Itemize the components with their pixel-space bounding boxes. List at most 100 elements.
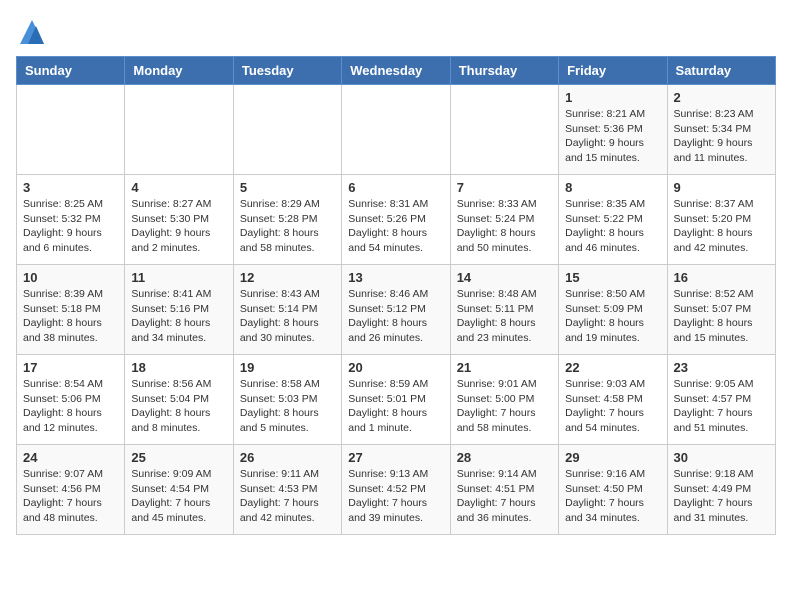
day-number: 9 [674,180,769,195]
day-info: Sunrise: 9:01 AM Sunset: 5:00 PM Dayligh… [457,377,552,436]
day-number: 4 [131,180,226,195]
day-cell: 4 Sunrise: 8:27 AM Sunset: 5:30 PM Daylig… [125,175,233,265]
day-info: Sunrise: 8:59 AM Sunset: 5:01 PM Dayligh… [348,377,443,436]
day-info: Sunrise: 8:37 AM Sunset: 5:20 PM Dayligh… [674,197,769,256]
week-row-3: 10 Sunrise: 8:39 AM Sunset: 5:18 PM Dayli… [17,265,776,355]
day-number: 18 [131,360,226,375]
day-cell: 26Sunrise: 9:11 AM Sunset: 4:53 PM Dayli… [233,445,341,535]
day-cell: 24 Sunrise: 9:07 AM Sunset: 4:56 PM Dayli… [17,445,125,535]
day-number: 22 [565,360,660,375]
day-info: Sunrise: 8:31 AM Sunset: 5:26 PM Dayligh… [348,197,443,256]
day-info: Sunrise: 8:41 AM Sunset: 5:16 PM Dayligh… [131,287,226,346]
day-cell: 19 Sunrise: 8:58 AM Sunset: 5:03 PM Dayli… [233,355,341,445]
day-cell: 10 Sunrise: 8:39 AM Sunset: 5:18 PM Dayli… [17,265,125,355]
header-cell-saturday: Saturday [667,57,775,85]
day-info: Sunrise: 9:18 AM Sunset: 4:49 PM Dayligh… [674,467,769,526]
day-cell: 29Sunrise: 9:16 AM Sunset: 4:50 PM Dayli… [559,445,667,535]
calendar-table: SundayMondayTuesdayWednesdayThursdayFrid… [16,56,776,535]
day-number: 15 [565,270,660,285]
day-cell: 9 Sunrise: 8:37 AM Sunset: 5:20 PM Daylig… [667,175,775,265]
day-number: 28 [457,450,552,465]
day-cell: 13 Sunrise: 8:46 AM Sunset: 5:12 PM Dayli… [342,265,450,355]
day-number: 30 [674,450,769,465]
day-number: 19 [240,360,335,375]
day-number: 5 [240,180,335,195]
logo [16,16,52,48]
day-cell: 22 Sunrise: 9:03 AM Sunset: 4:58 PM Dayli… [559,355,667,445]
day-cell [17,85,125,175]
day-number: 12 [240,270,335,285]
day-info: Sunrise: 8:43 AM Sunset: 5:14 PM Dayligh… [240,287,335,346]
day-cell: 6 Sunrise: 8:31 AM Sunset: 5:26 PM Daylig… [342,175,450,265]
day-number: 14 [457,270,552,285]
day-cell [233,85,341,175]
header-cell-sunday: Sunday [17,57,125,85]
day-cell: 17Sunrise: 8:54 AM Sunset: 5:06 PM Dayli… [17,355,125,445]
day-cell: 27 Sunrise: 9:13 AM Sunset: 4:52 PM Dayli… [342,445,450,535]
day-number: 13 [348,270,443,285]
day-number: 16 [674,270,769,285]
day-cell: 11 Sunrise: 8:41 AM Sunset: 5:16 PM Dayli… [125,265,233,355]
day-number: 20 [348,360,443,375]
week-row-2: 3 Sunrise: 8:25 AM Sunset: 5:32 PM Daylig… [17,175,776,265]
day-info: Sunrise: 9:09 AM Sunset: 4:54 PM Dayligh… [131,467,226,526]
day-number: 6 [348,180,443,195]
day-info: Sunrise: 8:52 AM Sunset: 5:07 PM Dayligh… [674,287,769,346]
day-number: 24 [23,450,118,465]
day-cell [342,85,450,175]
day-cell: 21 Sunrise: 9:01 AM Sunset: 5:00 PM Dayli… [450,355,558,445]
header-row: SundayMondayTuesdayWednesdayThursdayFrid… [17,57,776,85]
day-cell: 16 Sunrise: 8:52 AM Sunset: 5:07 PM Dayli… [667,265,775,355]
day-cell: 20 Sunrise: 8:59 AM Sunset: 5:01 PM Dayli… [342,355,450,445]
day-info: Sunrise: 9:03 AM Sunset: 4:58 PM Dayligh… [565,377,660,436]
day-number: 11 [131,270,226,285]
day-cell: 30 Sunrise: 9:18 AM Sunset: 4:49 PM Dayli… [667,445,775,535]
day-number: 8 [565,180,660,195]
logo-icon [16,16,48,48]
day-number: 7 [457,180,552,195]
day-info: Sunrise: 8:33 AM Sunset: 5:24 PM Dayligh… [457,197,552,256]
day-info: Sunrise: 8:39 AM Sunset: 5:18 PM Dayligh… [23,287,118,346]
day-info: Sunrise: 8:56 AM Sunset: 5:04 PM Dayligh… [131,377,226,436]
page-header [16,16,776,48]
day-info: Sunrise: 9:16 AM Sunset: 4:50 PM Dayligh… [565,467,660,526]
day-cell: 8Sunrise: 8:35 AM Sunset: 5:22 PM Daylig… [559,175,667,265]
day-info: Sunrise: 9:11 AM Sunset: 4:53 PM Dayligh… [240,467,335,526]
header-cell-wednesday: Wednesday [342,57,450,85]
day-number: 3 [23,180,118,195]
header-cell-monday: Monday [125,57,233,85]
day-cell: 2 Sunrise: 8:23 AM Sunset: 5:34 PM Daylig… [667,85,775,175]
day-cell: 5 Sunrise: 8:29 AM Sunset: 5:28 PM Daylig… [233,175,341,265]
day-info: Sunrise: 8:23 AM Sunset: 5:34 PM Dayligh… [674,107,769,166]
day-cell: 7 Sunrise: 8:33 AM Sunset: 5:24 PM Daylig… [450,175,558,265]
day-number: 10 [23,270,118,285]
day-cell: 14Sunrise: 8:48 AM Sunset: 5:11 PM Dayli… [450,265,558,355]
day-cell: 18 Sunrise: 8:56 AM Sunset: 5:04 PM Dayli… [125,355,233,445]
day-number: 2 [674,90,769,105]
day-info: Sunrise: 8:54 AM Sunset: 5:06 PM Dayligh… [23,377,118,436]
day-cell: 28Sunrise: 9:14 AM Sunset: 4:51 PM Dayli… [450,445,558,535]
day-cell: 15 Sunrise: 8:50 AM Sunset: 5:09 PM Dayli… [559,265,667,355]
calendar-body: 1Sunrise: 8:21 AM Sunset: 5:36 PM Daylig… [17,85,776,535]
calendar-header: SundayMondayTuesdayWednesdayThursdayFrid… [17,57,776,85]
day-info: Sunrise: 9:05 AM Sunset: 4:57 PM Dayligh… [674,377,769,436]
day-info: Sunrise: 8:29 AM Sunset: 5:28 PM Dayligh… [240,197,335,256]
day-cell: 12 Sunrise: 8:43 AM Sunset: 5:14 PM Dayli… [233,265,341,355]
day-info: Sunrise: 8:25 AM Sunset: 5:32 PM Dayligh… [23,197,118,256]
day-number: 21 [457,360,552,375]
day-info: Sunrise: 8:50 AM Sunset: 5:09 PM Dayligh… [565,287,660,346]
day-cell: 25 Sunrise: 9:09 AM Sunset: 4:54 PM Dayli… [125,445,233,535]
day-info: Sunrise: 9:13 AM Sunset: 4:52 PM Dayligh… [348,467,443,526]
header-cell-friday: Friday [559,57,667,85]
week-row-5: 24 Sunrise: 9:07 AM Sunset: 4:56 PM Dayli… [17,445,776,535]
day-info: Sunrise: 9:07 AM Sunset: 4:56 PM Dayligh… [23,467,118,526]
day-number: 25 [131,450,226,465]
week-row-4: 17Sunrise: 8:54 AM Sunset: 5:06 PM Dayli… [17,355,776,445]
day-info: Sunrise: 8:58 AM Sunset: 5:03 PM Dayligh… [240,377,335,436]
header-cell-thursday: Thursday [450,57,558,85]
day-cell [450,85,558,175]
day-number: 27 [348,450,443,465]
day-info: Sunrise: 8:46 AM Sunset: 5:12 PM Dayligh… [348,287,443,346]
day-number: 1 [565,90,660,105]
day-info: Sunrise: 8:27 AM Sunset: 5:30 PM Dayligh… [131,197,226,256]
